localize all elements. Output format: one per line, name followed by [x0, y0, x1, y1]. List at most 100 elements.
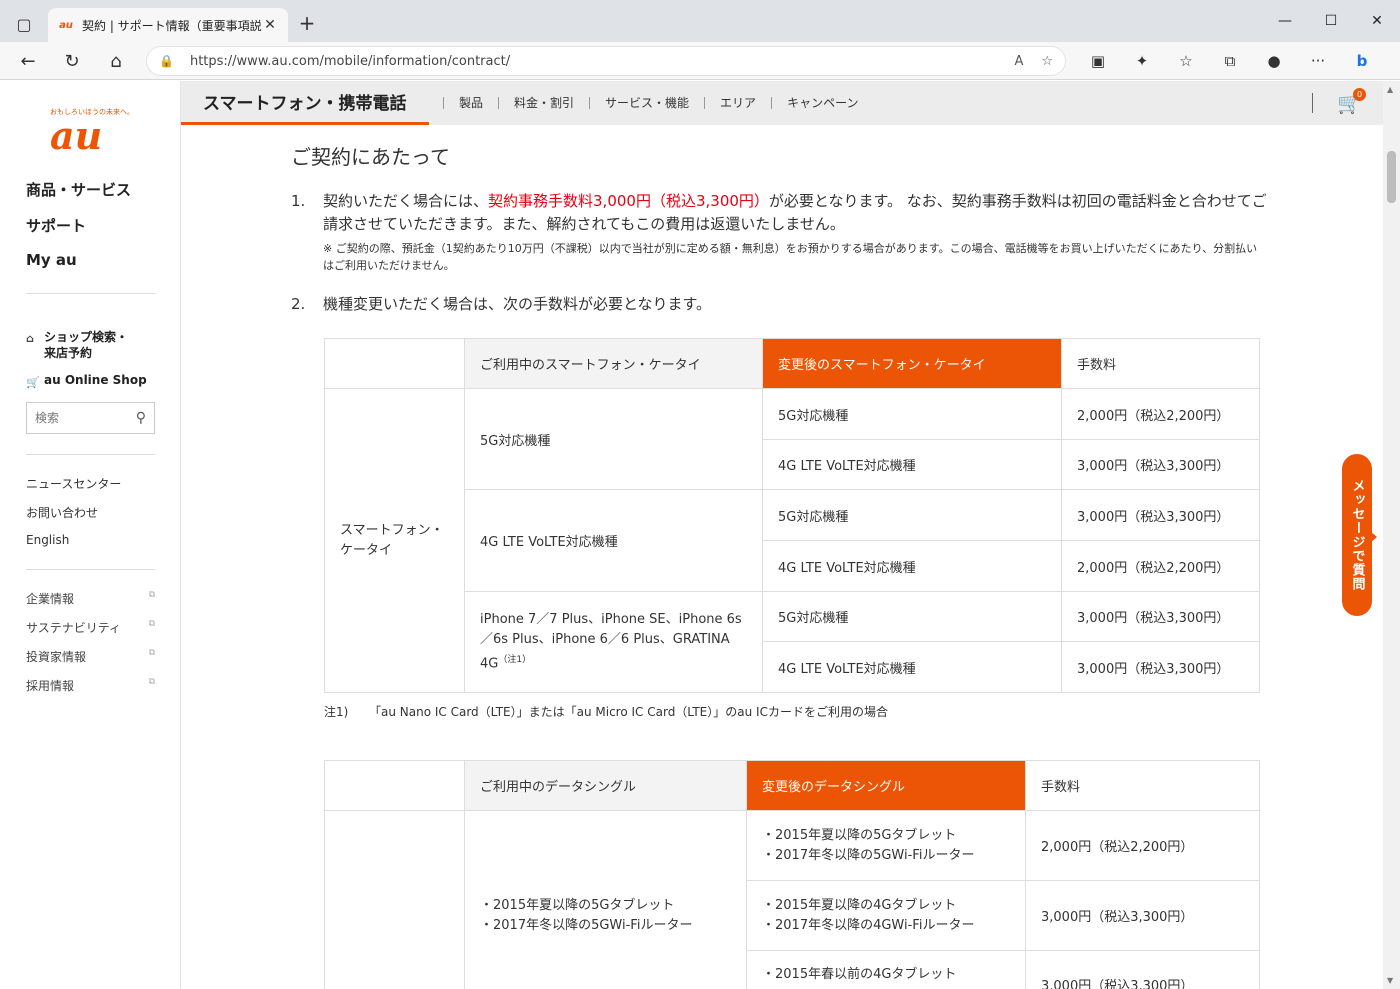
add-favorite-icon[interactable]: ☆	[1041, 54, 1053, 69]
table-cell: ・2015年夏以降の5Gタブレット ・2017年冬以降の5GWi-Fiルーター	[746, 810, 1026, 881]
search-input[interactable]	[35, 411, 125, 425]
sidebar-item-corporate[interactable]: 企業情報 ⧉	[26, 590, 155, 619]
favorites-icon[interactable]: ☆	[1168, 47, 1204, 75]
table-cell: 4G LTE VoLTE対応機種	[762, 540, 1062, 592]
table-cell: 4G LTE VoLTE対応機種	[762, 641, 1062, 693]
shop-search-label: ショップ検索・ 来店予約	[44, 330, 129, 360]
address-bar[interactable]: 🔒 https://www.au.com/mobile/information/…	[146, 46, 1066, 76]
item1-number: 1.	[291, 192, 306, 210]
nav-item-pricing[interactable]: 料金・割引	[498, 97, 589, 109]
sidebar-item-support[interactable]: サポート	[26, 215, 131, 251]
sidebar: おもしろいほうの未来へ。 au 商品・サービス サポート My au ⌂ ショッ…	[0, 81, 181, 989]
bing-icon[interactable]: b	[1344, 47, 1380, 75]
nav-item-products[interactable]: 製品	[443, 97, 498, 109]
table-cell: 5G対応機種	[762, 388, 1062, 440]
sidebar-item-myau[interactable]: My au	[26, 251, 131, 287]
divider	[26, 293, 155, 294]
scrollbar-thumb[interactable]	[1387, 151, 1396, 203]
chat-tail	[1370, 531, 1377, 543]
table-cell: 3,000円（税込3,300円）	[1061, 489, 1260, 541]
table-header-cell: ご利用中のスマートフォン・ケータイ	[464, 338, 763, 389]
table-cell: 5G対応機種	[762, 591, 1062, 642]
home-icon[interactable]: ⌂	[102, 47, 130, 75]
scroll-up-icon[interactable]: ▲	[1387, 85, 1393, 94]
minimize-icon[interactable]: —	[1262, 0, 1308, 42]
profile-avatar[interactable]: ●	[1256, 47, 1292, 75]
table-cell: 5G対応機種	[762, 489, 1062, 541]
external-link-icon: ⧉	[148, 619, 155, 629]
shop-icon: ⌂	[26, 332, 34, 345]
nav-item-services[interactable]: サービス・機能	[589, 97, 704, 109]
table-row-group-label: スマートフォン・ケータイ	[324, 388, 465, 693]
table-cell: 2,000円（税込2,200円）	[1025, 810, 1260, 881]
refresh-icon[interactable]: ↻	[58, 47, 86, 75]
tab-actions-icon[interactable]: ▢	[10, 10, 38, 38]
table-cell: 4G LTE VoLTE対応機種	[464, 489, 763, 592]
scroll-down-icon[interactable]: ▼	[1387, 976, 1393, 985]
message-chat-button[interactable]: メッセージで質問	[1342, 454, 1372, 616]
close-icon[interactable]: ✕	[262, 17, 278, 33]
au-favicon-icon: au	[59, 19, 73, 31]
nav-item-campaign[interactable]: キャンペーン	[771, 97, 873, 109]
back-icon[interactable]: ←	[14, 47, 42, 75]
external-link-icon: ⧉	[148, 648, 155, 658]
item1-text: 契約いただく場合には、契約事務手数料3,000円（税込3,300円）が必要となり…	[323, 192, 1267, 233]
browser-essentials-icon[interactable]: ▣	[1080, 47, 1116, 75]
footnote-text: 「au Nano IC Card（LTE）」または「au Micro IC Ca…	[369, 705, 888, 719]
extensions-icon[interactable]: ✦	[1124, 47, 1160, 75]
sidebar-item-news[interactable]: ニュースセンター	[26, 475, 121, 504]
nav-brand[interactable]: スマートフォン・携帯電話	[181, 81, 429, 125]
table-header-cell: 手数料	[1061, 338, 1260, 389]
browser-tab[interactable]: au 契約 | サポート情報（重要事項説明 ✕	[48, 8, 288, 42]
footnote-label: 注1)	[324, 705, 349, 719]
sidebar-item-shop-search[interactable]: ⌂ ショップ検索・ 来店予約	[26, 329, 128, 361]
more-icon[interactable]: ···	[1300, 47, 1336, 75]
collections-icon[interactable]: ⧉	[1212, 47, 1248, 75]
sidebar-search[interactable]: ⚲	[26, 402, 155, 434]
divider	[1312, 93, 1313, 113]
contract-fee-highlight: 契約事務手数料3,000円（税込3,300円）	[488, 192, 769, 210]
nav-items: 製品 料金・割引 サービス・機能 エリア キャンペーン	[443, 81, 873, 125]
sidebar-item-sustainability[interactable]: サステナビリティ ⧉	[26, 619, 155, 648]
sidebar-item-products[interactable]: 商品・サービス	[26, 179, 131, 215]
au-logo[interactable]: おもしろいほうの未来へ。 au	[50, 107, 134, 158]
table-cell: 3,000円（税込3,300円）	[1025, 880, 1260, 951]
table-cell: 3,000円（税込3,300円）	[1061, 591, 1260, 642]
item2-text: 機種変更いただく場合は、次の手数料が必要となります。	[323, 295, 712, 313]
sidebar-item-recruit[interactable]: 採用情報 ⧉	[26, 677, 155, 706]
item2-number: 2.	[291, 295, 306, 313]
sidebar-links: ニュースセンター お問い合わせ English	[26, 475, 121, 562]
online-shop-label: au Online Shop	[44, 373, 147, 387]
search-icon[interactable]: ⚲	[136, 410, 146, 426]
table-cell: iPhone 7／7 Plus、iPhone SE、iPhone 6s／6s P…	[464, 591, 763, 693]
external-link-icon: ⧉	[148, 677, 155, 687]
table-header-cell	[324, 760, 465, 811]
top-navigation: スマートフォン・携帯電話 製品 料金・割引 サービス・機能 エリア キャンペーン…	[181, 81, 1383, 125]
table-header-cell: ご利用中のデータシングル	[464, 760, 747, 811]
read-aloud-icon[interactable]: A	[1014, 54, 1023, 69]
table-cell: ・2015年夏以降の5Gタブレット ・2017年冬以降の5GWi-Fiルーター	[464, 810, 747, 989]
table-header-cell: 変更後のスマートフォン・ケータイ	[762, 338, 1062, 389]
sidebar-item-english[interactable]: English	[26, 533, 121, 562]
sidebar-item-contact[interactable]: お問い合わせ	[26, 504, 121, 533]
lock-icon[interactable]: 🔒	[159, 54, 174, 68]
scrollbar[interactable]: ▲ ▼	[1383, 81, 1400, 989]
maximize-icon[interactable]: ☐	[1308, 0, 1354, 42]
table-cell: ・2015年春以前の4Gタブレット	[746, 950, 1026, 989]
sidebar-item-online-shop[interactable]: 🛒 au Online Shop	[26, 373, 147, 389]
table-cell: 4G LTE VoLTE対応機種	[762, 439, 1062, 490]
cart-count-badge: 0	[1353, 88, 1366, 101]
browser-titlebar: ▢ au 契約 | サポート情報（重要事項説明 ✕ + — ☐ ✕	[0, 0, 1400, 42]
window-close-icon[interactable]: ✕	[1354, 0, 1400, 42]
divider	[26, 569, 155, 570]
sidebar-main-nav: 商品・サービス サポート My au	[26, 179, 131, 287]
page-title: ご契約にあたって	[291, 145, 450, 169]
page-viewport: おもしろいほうの未来へ。 au 商品・サービス サポート My au ⌂ ショッ…	[0, 81, 1383, 989]
url-text[interactable]: https://www.au.com/mobile/information/co…	[190, 54, 996, 69]
nav-item-area[interactable]: エリア	[704, 97, 771, 109]
table-header-cell: 手数料	[1025, 760, 1260, 811]
table-header-cell	[324, 338, 465, 389]
sidebar-item-investors[interactable]: 投資家情報 ⧉	[26, 648, 155, 677]
logo-mark: au	[50, 113, 103, 158]
new-tab-icon[interactable]: +	[296, 11, 318, 35]
